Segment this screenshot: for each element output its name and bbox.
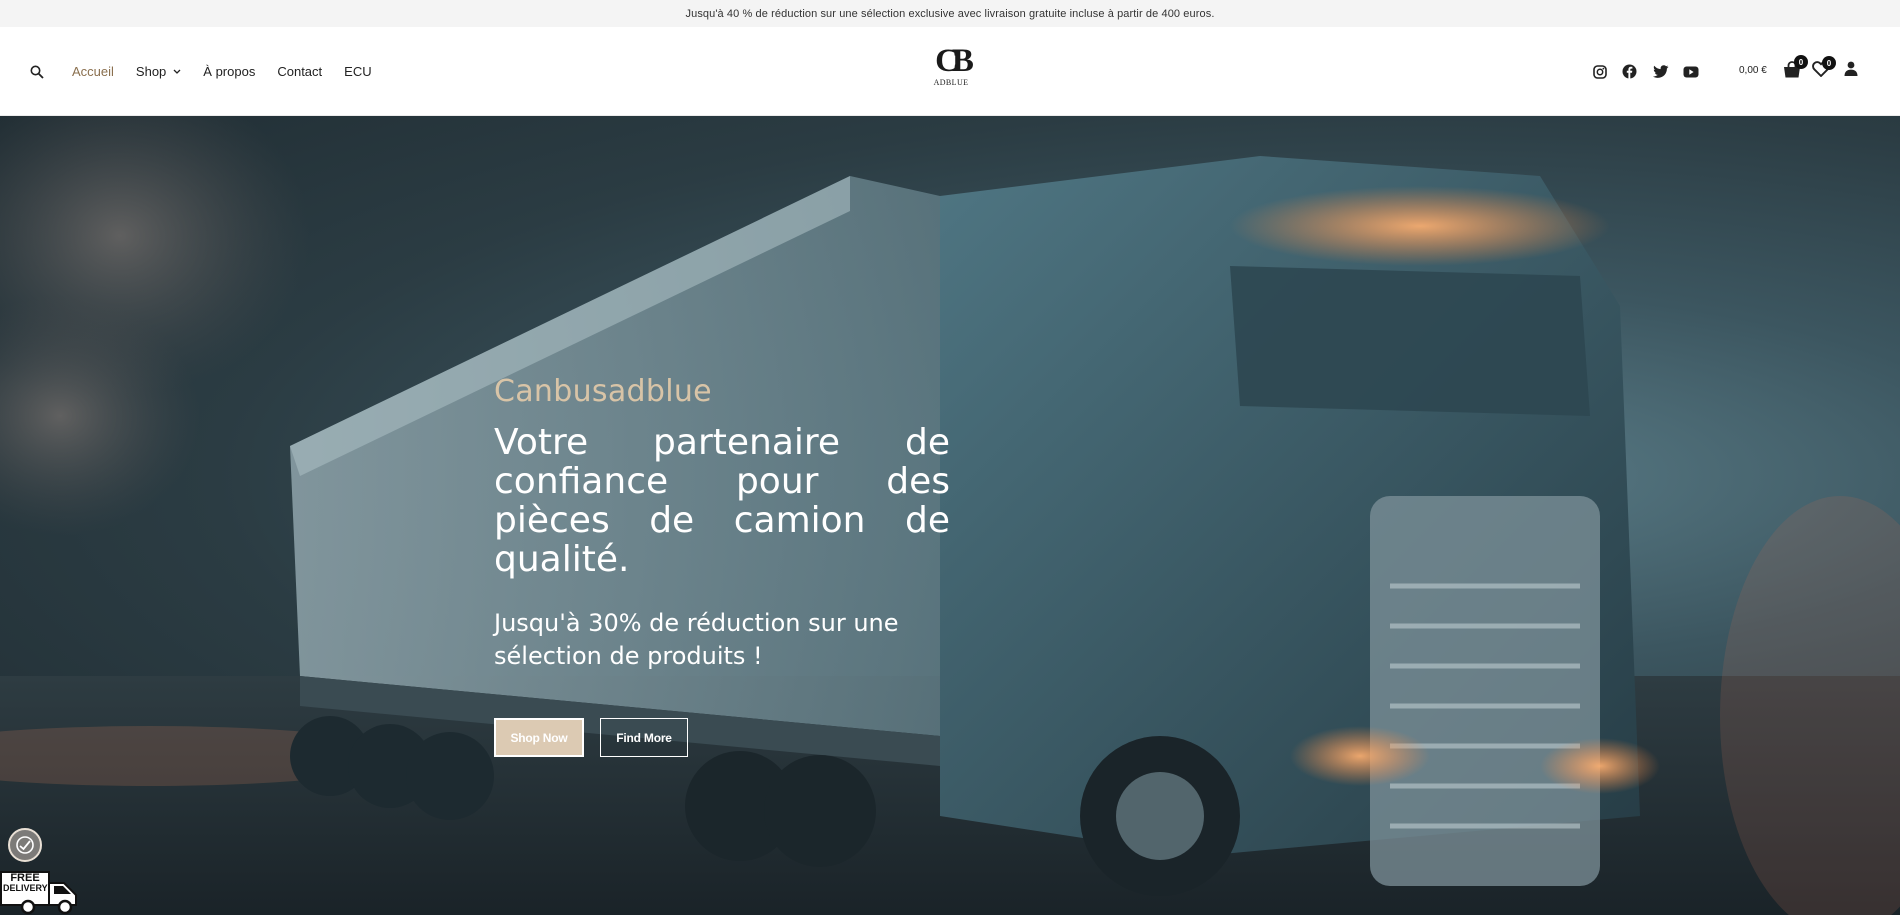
free-delivery-line1: FREE: [10, 872, 40, 884]
nav-item-ecu[interactable]: ECU: [344, 64, 371, 79]
cart-total[interactable]: 0,00 €: [1739, 65, 1767, 76]
main-nav: Accueil Shop À propos Contact ECU: [30, 27, 394, 116]
announcement-text: Jusqu'à 40 % de réduction sur une sélect…: [685, 7, 1215, 20]
cart-icon[interactable]: 0: [1783, 55, 1808, 83]
find-more-button[interactable]: Find More: [600, 718, 688, 757]
youtube-icon[interactable]: [1682, 63, 1699, 80]
heart-icon[interactable]: 0: [1812, 56, 1836, 82]
hero-content: Canbusadblue Votre partenaire de confian…: [494, 374, 950, 757]
hero-subtitle: Jusqu'à 30% de réduction sur une sélecti…: [494, 609, 899, 670]
logo-text: ADBLUE: [933, 78, 969, 87]
header-actions: 0,00 € 0 0: [1560, 27, 1900, 116]
facebook-icon[interactable]: [1621, 63, 1638, 80]
nav-item-label: Accueil: [72, 64, 114, 79]
instagram-icon[interactable]: [1591, 63, 1608, 80]
user-icon[interactable]: [1844, 61, 1858, 81]
nav-item-label: Shop: [135, 64, 167, 79]
nav-item-a-propos[interactable]: À propos: [203, 64, 255, 79]
nav-item-accueil[interactable]: Accueil: [72, 64, 114, 79]
cart-count-badge: 0: [1794, 55, 1808, 69]
hero-eyebrow: Canbusadblue: [494, 374, 712, 409]
free-delivery-label: FREE DELIVERY: [3, 872, 48, 894]
accessibility-icon[interactable]: [8, 828, 42, 862]
site-logo[interactable]: CB ADBLUE: [925, 45, 977, 97]
nav-item-contact[interactable]: Contact: [277, 64, 322, 79]
site-header: Accueil Shop À propos Contact ECU CB ADB…: [0, 27, 1900, 116]
hero-buttons: Shop Now Find More: [494, 718, 950, 757]
hero-banner: Canbusadblue Votre partenaire de confian…: [0, 116, 1900, 915]
nav-item-label: Contact: [277, 64, 323, 79]
chevron-down-icon: [173, 69, 181, 74]
shop-now-button[interactable]: Shop Now: [494, 718, 584, 757]
free-delivery-badge[interactable]: FREE DELIVERY: [0, 869, 80, 915]
hero-truck-image: [0, 116, 1900, 915]
nav-item-shop[interactable]: Shop: [136, 64, 181, 79]
wishlist-count-badge: 0: [1822, 56, 1836, 70]
nav-item-label: ECU: [344, 64, 372, 79]
nav-item-label: À propos: [203, 64, 256, 79]
twitter-icon[interactable]: [1652, 63, 1669, 80]
free-delivery-line2: DELIVERY: [3, 883, 48, 893]
search-icon[interactable]: [30, 64, 46, 80]
announcement-bar: Jusqu'à 40 % de réduction sur une sélect…: [0, 0, 1900, 27]
logo-mark: CB: [935, 43, 974, 79]
hero-title: Votre partenaire de confiance pour des p…: [494, 422, 950, 580]
